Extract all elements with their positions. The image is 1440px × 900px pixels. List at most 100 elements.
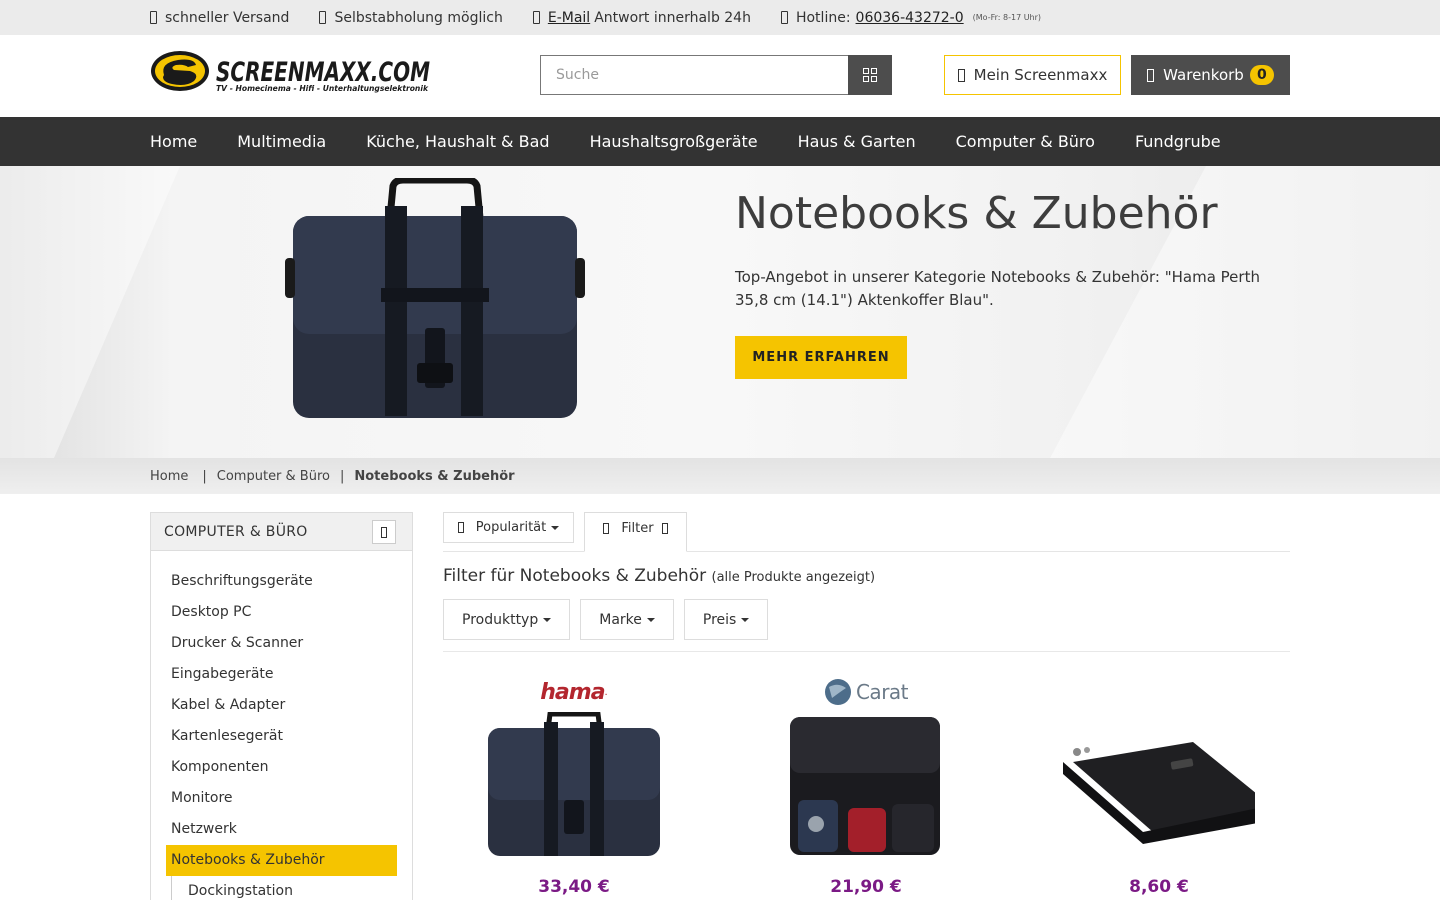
logo-graphic: SCREENMAXX.COM TV - Homecinema - Hifi - … bbox=[151, 51, 430, 93]
nav-item-appliances[interactable]: Haushaltsgroßgeräte bbox=[590, 132, 758, 151]
sort-label: Popularität bbox=[475, 520, 547, 535]
divider bbox=[443, 651, 1290, 652]
store-icon bbox=[319, 11, 327, 24]
breadcrumb: Home | Computer & Büro | Notebooks & Zub… bbox=[0, 458, 1440, 494]
nav-item-multimedia[interactable]: Multimedia bbox=[237, 132, 326, 151]
breadcrumb-home[interactable]: Home bbox=[150, 469, 188, 484]
sidebar-item-monitore[interactable]: Monitore bbox=[151, 783, 412, 814]
sort-icon bbox=[457, 522, 464, 533]
email-link[interactable]: E-Mail bbox=[548, 10, 590, 26]
hotline-hours: (Mo-Fr: 8-17 Uhr) bbox=[972, 13, 1042, 22]
pickup-text: Selbstabholung möglich bbox=[334, 9, 503, 26]
filter-icon bbox=[603, 522, 610, 534]
filter-tab-label: Filter bbox=[621, 520, 654, 536]
sidebar-item-desktop[interactable]: Desktop PC bbox=[151, 597, 412, 628]
pickup-info: Selbstabholung möglich bbox=[319, 9, 503, 26]
search-icon bbox=[863, 68, 877, 82]
product-card[interactable]: Carat 21,90 € bbox=[735, 672, 997, 900]
email-text: Antwort innerhalb 24h bbox=[594, 9, 751, 26]
brand-logo: Carat bbox=[735, 672, 997, 712]
nav-item-fundgrube[interactable]: Fundgrube bbox=[1135, 132, 1221, 151]
filter-brand-dropdown[interactable]: Marke bbox=[580, 599, 674, 640]
main-navigation: Home Multimedia Küche, Haushalt & Bad Ha… bbox=[0, 117, 1440, 166]
user-icon bbox=[957, 68, 965, 82]
cart-button[interactable]: Warenkorb 0 bbox=[1131, 55, 1290, 95]
sidebar-item-kartenleser[interactable]: Kartenlesegerät bbox=[151, 721, 412, 752]
sidebar-subitem-dockingstation[interactable]: Dockingstation bbox=[171, 876, 412, 900]
nav-item-home[interactable]: Home bbox=[150, 132, 197, 151]
hotline-number-link[interactable]: 06036-43272-0 bbox=[856, 10, 964, 26]
chevron-down-icon bbox=[551, 525, 560, 530]
chevron-down-icon bbox=[741, 617, 750, 622]
email-info: E-Mail Antwort innerhalb 24h bbox=[532, 9, 751, 26]
filter-tab[interactable]: Filter bbox=[584, 512, 687, 552]
sidebar-title: COMPUTER & BÜRO bbox=[164, 524, 308, 540]
product-card[interactable]: hama. 33,40 € bbox=[443, 672, 705, 900]
account-label: Mein Screenmaxx bbox=[973, 66, 1108, 84]
product-price: 21,90 € bbox=[830, 877, 902, 897]
cart-label: Warenkorb bbox=[1163, 66, 1244, 84]
account-button[interactable]: Mein Screenmaxx bbox=[944, 55, 1121, 95]
filter-price-dropdown[interactable]: Preis bbox=[683, 599, 769, 640]
filter-producttype-dropdown[interactable]: Produkttyp bbox=[443, 599, 571, 640]
shipping-info: schneller Versand bbox=[150, 10, 289, 26]
learn-more-button[interactable]: MEHR ERFAHREN bbox=[735, 336, 907, 379]
brand-logo: hama. bbox=[540, 679, 608, 705]
sort-dropdown[interactable]: Popularität bbox=[443, 512, 574, 543]
shipping-text: schneller Versand bbox=[165, 9, 290, 26]
chevron-down-icon bbox=[543, 617, 552, 622]
sidebar-item-netzwerk[interactable]: Netzwerk bbox=[151, 814, 412, 845]
hero-description: Top-Angebot in unserer Kategorie Noteboo… bbox=[735, 268, 1260, 309]
hero-decoration bbox=[0, 166, 180, 458]
chevron-up-icon bbox=[661, 522, 668, 534]
sidebar-item-komponenten[interactable]: Komponenten bbox=[151, 752, 412, 783]
product-toolbar: Popularität Filter bbox=[443, 512, 1290, 552]
filter-price-label: Preis bbox=[702, 611, 737, 628]
nav-item-kitchen[interactable]: Küche, Haushalt & Bad bbox=[366, 132, 549, 151]
hero-banner: Notebooks & Zubehör Top-Angebot in unser… bbox=[0, 166, 1440, 458]
collapse-icon bbox=[381, 526, 387, 538]
sidebar-toggle-button[interactable] bbox=[372, 520, 396, 544]
sidebar-item-beschriftung[interactable]: Beschriftungsgeräte bbox=[151, 566, 412, 597]
cart-icon bbox=[1147, 68, 1155, 82]
breadcrumb-separator: | bbox=[339, 468, 345, 484]
top-info-bar: schneller Versand Selbstabholung möglich… bbox=[0, 0, 1440, 35]
filter-buttons: Produkttyp Marke Preis bbox=[443, 599, 778, 640]
phone-icon bbox=[780, 11, 788, 24]
sidebar-item-kabel[interactable]: Kabel & Adapter bbox=[151, 690, 412, 721]
search-bar bbox=[540, 55, 892, 95]
product-image[interactable] bbox=[1063, 712, 1255, 862]
truck-icon bbox=[150, 11, 157, 24]
sidebar-header: COMPUTER & BÜRO bbox=[151, 513, 412, 551]
brand-name: Carat bbox=[855, 680, 909, 704]
sidebar-item-notebooks[interactable]: Notebooks & Zubehör bbox=[166, 845, 397, 876]
filter-heading-text: Filter für Notebooks & Zubehör bbox=[443, 566, 707, 586]
hotline-info: Hotline: 06036-43272-0 (Mo-Fr: 8-17 Uhr) bbox=[780, 9, 1042, 26]
sidebar-item-eingabe[interactable]: Eingabegeräte bbox=[151, 659, 412, 690]
hero-title: Notebooks & Zubehör bbox=[735, 188, 1218, 239]
search-input[interactable] bbox=[540, 55, 848, 95]
product-image[interactable] bbox=[478, 712, 670, 862]
breadcrumb-computer[interactable]: Computer & Büro bbox=[217, 469, 330, 484]
sidebar-item-drucker[interactable]: Drucker & Scanner bbox=[151, 628, 412, 659]
hero-product-image[interactable] bbox=[285, 178, 585, 423]
search-button[interactable] bbox=[848, 55, 892, 95]
brand-logo bbox=[1028, 672, 1290, 712]
filter-subtext: (alle Produkte angezeigt) bbox=[711, 570, 876, 585]
cart-count-badge: 0 bbox=[1249, 65, 1274, 85]
envelope-icon bbox=[532, 11, 540, 24]
breadcrumb-current: Notebooks & Zubehör bbox=[354, 468, 515, 484]
filter-producttype-label: Produkttyp bbox=[462, 611, 539, 628]
logo-tagline: TV - Homecinema - Hifi - Unterhaltungsel… bbox=[216, 84, 429, 93]
nav-item-home-garden[interactable]: Haus & Garten bbox=[798, 132, 916, 151]
product-card[interactable]: 8,60 € bbox=[1028, 672, 1290, 900]
logo[interactable]: SCREENMAXX.COM TV - Homecinema - Hifi - … bbox=[150, 49, 430, 95]
filter-heading: Filter für Notebooks & Zubehör (alle Pro… bbox=[443, 566, 875, 586]
hotline-label: Hotline: bbox=[795, 9, 851, 26]
chevron-down-icon bbox=[646, 617, 655, 622]
product-price: 8,60 € bbox=[1129, 877, 1189, 897]
product-image[interactable] bbox=[770, 712, 962, 862]
globe-icon bbox=[824, 679, 851, 705]
product-price: 33,40 € bbox=[538, 877, 610, 897]
nav-item-computer[interactable]: Computer & Büro bbox=[956, 132, 1095, 151]
